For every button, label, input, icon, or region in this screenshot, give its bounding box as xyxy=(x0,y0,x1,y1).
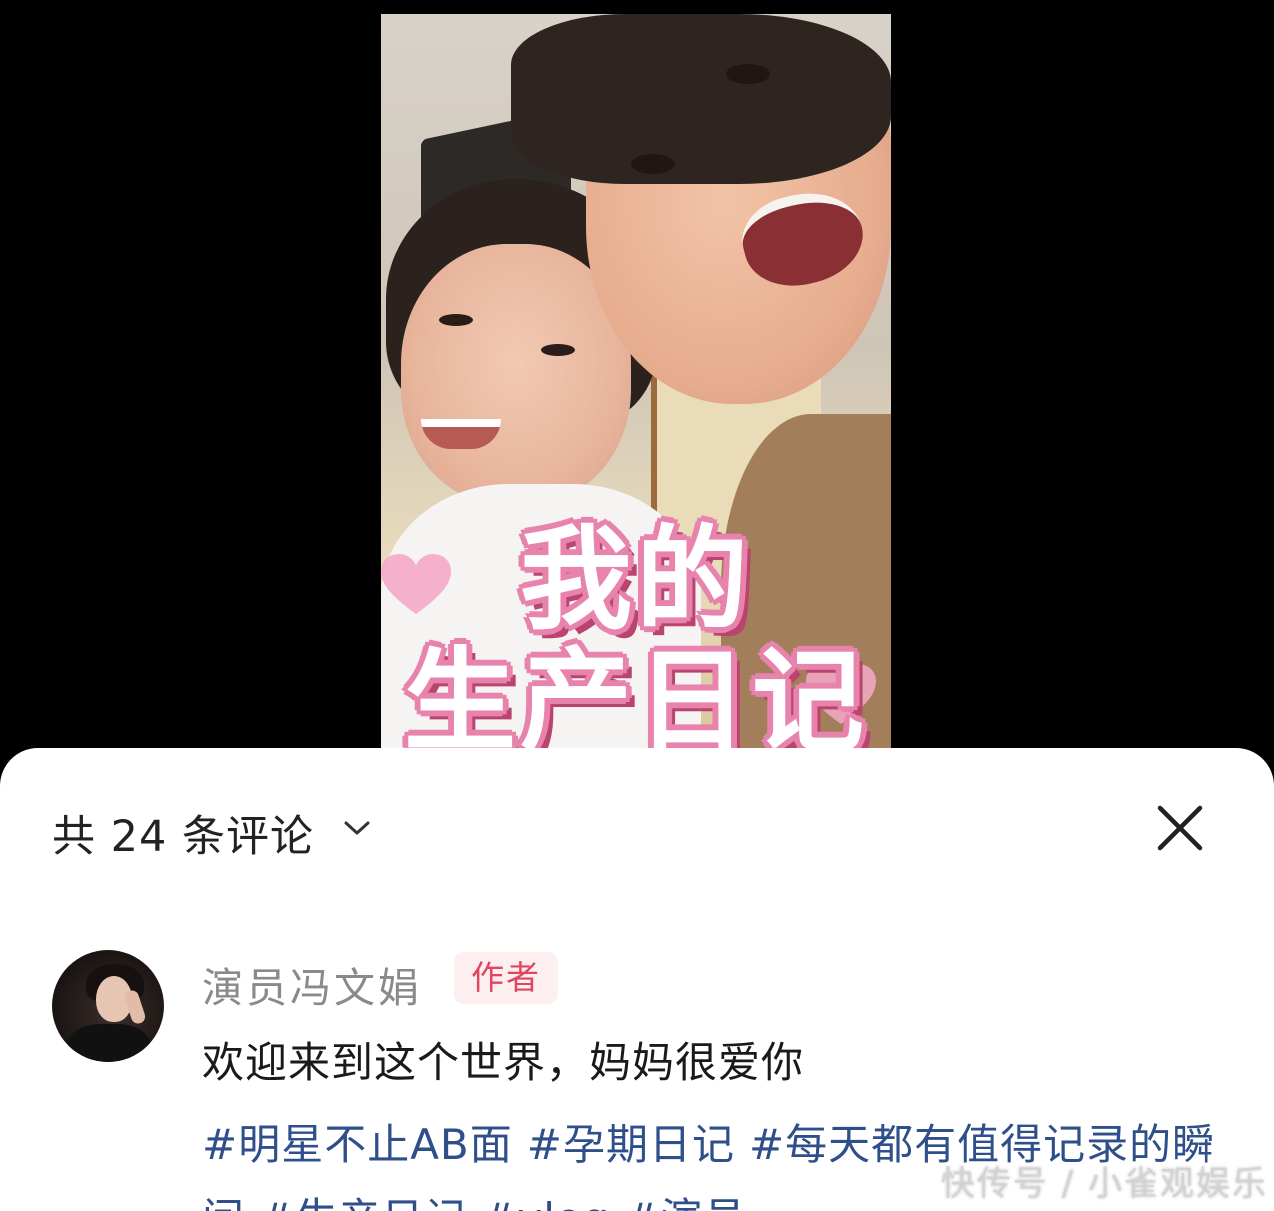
comments-sheet: 共 24 条评论 演员冯文娟 作者 欢迎来到这个世界，妈妈很爱你 #明星不止AB… xyxy=(0,748,1274,1211)
man-left-eye xyxy=(631,154,675,174)
chevron-down-icon[interactable] xyxy=(342,818,372,838)
watermark: 快传号 / 小雀观娱乐 xyxy=(940,1164,1268,1204)
woman-right-eye xyxy=(541,344,575,356)
hashtag-link[interactable]: #生产日记 xyxy=(259,1194,467,1211)
author-badge: 作者 xyxy=(454,952,558,1004)
man-right-eye xyxy=(726,64,770,84)
avatar-hand xyxy=(123,988,147,1026)
comments-header: 共 24 条评论 xyxy=(0,748,1274,898)
close-icon[interactable] xyxy=(1152,800,1208,856)
comment-text: 欢迎来到这个世界，妈妈很爱你 xyxy=(202,1038,805,1087)
overlay-line-2: 生产日记 xyxy=(404,637,868,754)
comment-username[interactable]: 演员冯文娟 xyxy=(202,954,422,1014)
hashtag-link[interactable]: #vlog xyxy=(481,1194,610,1211)
hashtag-link[interactable]: #演员 xyxy=(624,1194,746,1211)
woman-left-eye xyxy=(439,314,473,326)
avatar[interactable] xyxy=(52,950,164,1062)
man-hair xyxy=(511,14,891,184)
hashtag-link[interactable]: #明星不止AB面 xyxy=(202,1120,513,1169)
video-overlay-title: 我的 生产日记 xyxy=(381,519,891,754)
avatar-body xyxy=(68,1024,150,1062)
hashtag-link[interactable]: #孕期日记 xyxy=(527,1120,735,1169)
video-frame[interactable]: 我的 生产日记 xyxy=(381,14,891,754)
video-player[interactable]: 我的 生产日记 xyxy=(0,0,1274,760)
overlay-line-1: 我的 xyxy=(520,515,752,645)
comment-count-title[interactable]: 共 24 条评论 xyxy=(52,802,314,862)
